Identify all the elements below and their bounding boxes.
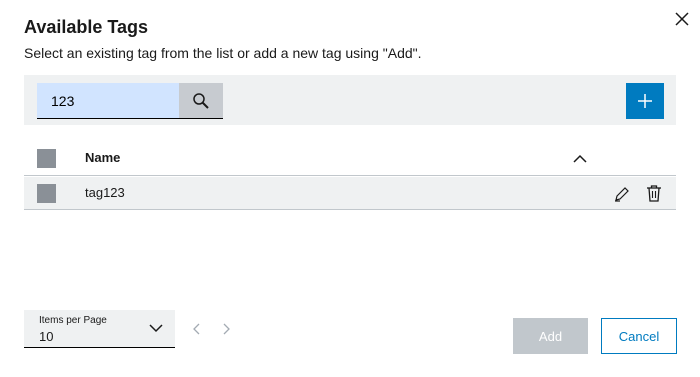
chevron-right-icon — [223, 323, 230, 335]
table-header: Name — [24, 140, 676, 176]
dialog-subtitle: Select an existing tag from the list or … — [24, 45, 422, 61]
sort-button[interactable] — [572, 151, 588, 167]
chevron-up-icon — [573, 154, 587, 163]
cancel-button[interactable]: Cancel — [601, 318, 677, 354]
close-button[interactable] — [671, 8, 693, 30]
delete-button[interactable] — [645, 184, 663, 203]
search-icon — [193, 92, 209, 109]
row-checkbox[interactable] — [37, 184, 56, 203]
next-page-button[interactable] — [220, 322, 232, 336]
column-header-name: Name — [85, 150, 121, 165]
search-box — [37, 83, 223, 119]
search-toolbar — [24, 75, 676, 125]
close-icon — [675, 12, 689, 26]
available-tags-dialog: Available Tags Select an existing tag fr… — [0, 0, 700, 377]
search-input[interactable] — [37, 83, 179, 118]
plus-icon — [638, 94, 652, 108]
search-button[interactable] — [179, 83, 223, 118]
chevron-left-icon — [193, 323, 200, 335]
chevron-down-icon — [149, 324, 163, 333]
tag-name-cell: tag123 — [85, 185, 125, 200]
select-all-checkbox[interactable] — [37, 149, 56, 168]
items-per-page-label: Items per Page — [39, 315, 107, 326]
trash-icon — [647, 185, 661, 202]
add-button[interactable]: Add — [513, 318, 588, 354]
items-per-page-select[interactable]: Items per Page 10 — [24, 310, 175, 348]
pencil-icon — [615, 187, 629, 202]
items-per-page-value: 10 — [39, 329, 54, 344]
table-row[interactable]: tag123 — [24, 177, 676, 210]
previous-page-button[interactable] — [191, 322, 203, 336]
add-tag-button[interactable] — [626, 83, 664, 119]
dialog-title: Available Tags — [24, 17, 149, 37]
edit-button[interactable] — [613, 185, 631, 203]
